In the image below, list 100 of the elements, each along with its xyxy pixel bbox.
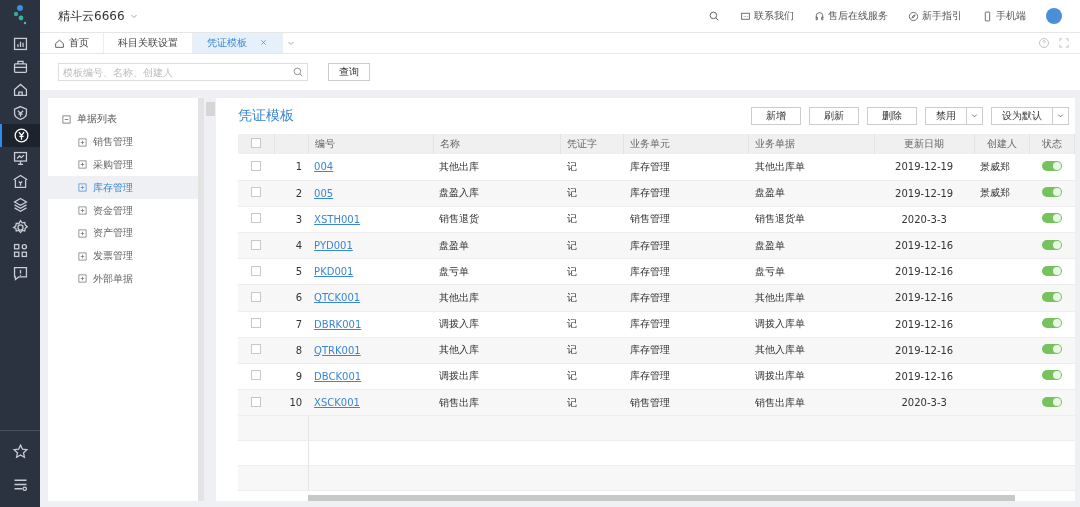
column-header: 编号 bbox=[314, 138, 335, 150]
checkbox[interactable] bbox=[251, 318, 262, 329]
tree-item[interactable]: 发票管理 bbox=[48, 244, 198, 268]
row-number: 8 bbox=[295, 344, 303, 356]
fullscreen-icon bbox=[1058, 37, 1070, 49]
table-cell: 盘盈单 bbox=[439, 239, 470, 251]
nav-item[interactable] bbox=[0, 124, 40, 147]
header-link[interactable]: 手机端 bbox=[996, 9, 1026, 23]
checkbox[interactable] bbox=[251, 396, 262, 407]
table-cell: 销售管理 bbox=[629, 213, 670, 225]
expand-icon bbox=[78, 228, 87, 238]
code-link[interactable]: XSCK001 bbox=[314, 397, 360, 409]
code-link[interactable]: QTCK001 bbox=[314, 292, 361, 304]
code-link[interactable]: 005 bbox=[314, 187, 334, 199]
status-toggle[interactable] bbox=[1041, 291, 1062, 302]
shield-icon bbox=[11, 104, 29, 121]
checkbox[interactable] bbox=[251, 160, 262, 171]
row-number: 5 bbox=[295, 266, 303, 278]
code-link[interactable]: 004 bbox=[314, 161, 334, 173]
header-link[interactable]: 售后在线服务 bbox=[828, 9, 888, 23]
table-cell: 库存管理 bbox=[629, 291, 670, 303]
table-cell: 库存管理 bbox=[629, 265, 670, 277]
close-icon bbox=[259, 37, 268, 47]
status-toggle[interactable] bbox=[1041, 187, 1062, 198]
checkbox[interactable] bbox=[251, 291, 262, 302]
tree-item[interactable]: 销售管理 bbox=[48, 130, 198, 154]
dropdown-button[interactable] bbox=[1053, 107, 1069, 126]
tree-item[interactable]: 单据列表 bbox=[77, 112, 117, 127]
code-link[interactable]: PKD001 bbox=[314, 266, 354, 278]
action-button[interactable]: 刷新 bbox=[809, 107, 859, 126]
company-name[interactable]: 精斗云6666 bbox=[58, 7, 125, 25]
logo-icon bbox=[12, 4, 28, 26]
tree-item[interactable]: 库存管理 bbox=[48, 176, 198, 200]
feedback-icon bbox=[11, 265, 29, 282]
row-number: 3 bbox=[295, 213, 303, 225]
query-button[interactable]: 查询 bbox=[328, 63, 370, 81]
checkbox[interactable] bbox=[251, 344, 262, 355]
table-cell: 销售出库单 bbox=[754, 396, 805, 408]
checkbox[interactable] bbox=[251, 239, 262, 250]
checkbox[interactable] bbox=[251, 213, 262, 224]
code-link[interactable]: DBRK001 bbox=[314, 318, 362, 330]
checkbox[interactable] bbox=[251, 265, 262, 276]
code-link[interactable]: XSTH001 bbox=[314, 213, 361, 225]
table-cell: 景威郑 bbox=[980, 187, 1011, 199]
column-header: 创建人 bbox=[986, 138, 1017, 150]
table-cell: 2019-12-19 bbox=[895, 161, 954, 173]
action-button[interactable]: 删除 bbox=[867, 107, 917, 126]
house-icon bbox=[11, 81, 29, 98]
table-cell: 记 bbox=[566, 213, 577, 225]
status-toggle[interactable] bbox=[1041, 160, 1062, 171]
table-cell: 其他入库 bbox=[439, 344, 480, 356]
table-cell: 库存管理 bbox=[629, 370, 670, 382]
table-cell: 销售管理 bbox=[629, 396, 670, 408]
action-button[interactable]: 设为默认 bbox=[991, 107, 1053, 126]
chart-icon bbox=[11, 35, 29, 52]
action-button[interactable]: 新增 bbox=[751, 107, 801, 126]
table-cell: 其他入库单 bbox=[754, 344, 805, 356]
header-link[interactable]: 新手指引 bbox=[922, 9, 962, 23]
table-cell: 景威郑 bbox=[980, 160, 1011, 172]
headset-icon bbox=[814, 10, 825, 22]
table-cell: 库存管理 bbox=[629, 239, 670, 251]
checkbox[interactable] bbox=[251, 370, 262, 381]
status-toggle[interactable] bbox=[1041, 396, 1062, 407]
tree-item[interactable]: 外部单据 bbox=[48, 267, 198, 291]
presentation-icon bbox=[11, 150, 29, 167]
table-cell: 库存管理 bbox=[629, 318, 670, 330]
table-cell: 调拨入库单 bbox=[754, 318, 805, 330]
checkbox[interactable] bbox=[250, 138, 261, 149]
scrollbar[interactable] bbox=[308, 495, 1015, 501]
table-cell: 2019-12-16 bbox=[895, 370, 954, 382]
action-button[interactable]: 禁用 bbox=[925, 107, 967, 126]
tree-item[interactable]: 资金管理 bbox=[48, 199, 198, 222]
table-cell: 2019-12-16 bbox=[895, 344, 954, 356]
tab[interactable]: 凭证模板 bbox=[193, 33, 283, 53]
status-toggle[interactable] bbox=[1041, 213, 1062, 224]
status-toggle[interactable] bbox=[1041, 370, 1062, 381]
table-cell: 库存管理 bbox=[629, 160, 670, 172]
avatar[interactable] bbox=[1046, 8, 1062, 24]
expand-icon bbox=[78, 183, 87, 193]
table-cell: 盘盈入库 bbox=[439, 187, 480, 199]
code-link[interactable]: QTRK001 bbox=[314, 344, 361, 356]
table-cell: 库存管理 bbox=[629, 344, 670, 356]
row-number: 6 bbox=[295, 292, 303, 304]
checkbox[interactable] bbox=[251, 187, 262, 198]
status-toggle[interactable] bbox=[1041, 344, 1062, 355]
dropdown-button[interactable] bbox=[967, 107, 983, 126]
status-toggle[interactable] bbox=[1041, 265, 1062, 276]
header-link[interactable]: 联系我们 bbox=[754, 9, 794, 23]
collapse-handle[interactable] bbox=[205, 102, 215, 116]
tree-item[interactable]: 采购管理 bbox=[48, 153, 198, 177]
status-toggle[interactable] bbox=[1041, 318, 1062, 329]
table-cell: 2019-12-19 bbox=[895, 187, 954, 199]
row-number: 9 bbox=[295, 370, 303, 382]
tree-item[interactable]: 资产管理 bbox=[48, 222, 198, 245]
code-link[interactable]: DBCK001 bbox=[314, 370, 362, 382]
code-link[interactable]: PYD001 bbox=[314, 240, 353, 252]
column-header: 更新日期 bbox=[904, 138, 945, 150]
column-header: 业务单据 bbox=[755, 138, 796, 150]
layers-icon bbox=[11, 196, 29, 213]
status-toggle[interactable] bbox=[1041, 239, 1062, 250]
